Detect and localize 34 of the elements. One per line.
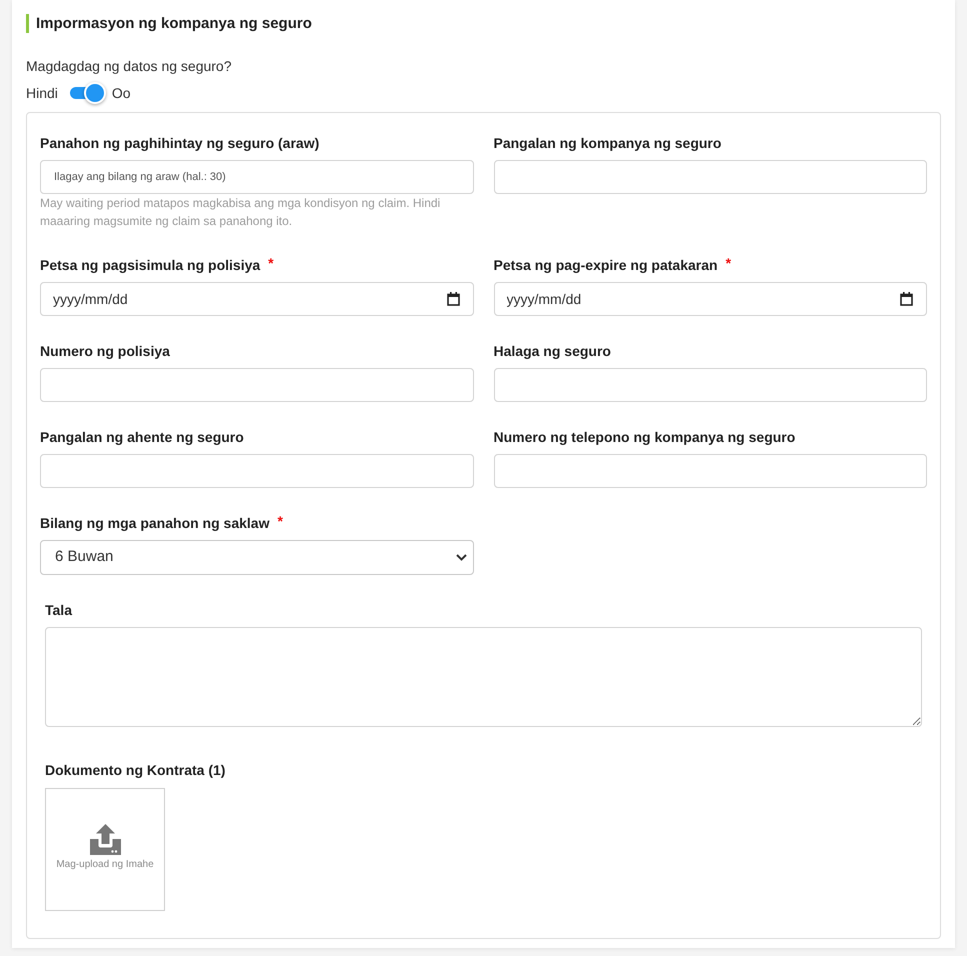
text-field[interactable] <box>494 368 927 402</box>
upload-icon <box>90 824 120 855</box>
field-label: Halaga ng seguro <box>494 342 611 361</box>
field-label: Panahon ng paghihintay ng seguro (araw) <box>40 134 320 153</box>
field-label: Bilang ng mga panahon ng saklaw <box>40 514 270 533</box>
required-mark: * <box>726 254 732 273</box>
calendar-icon[interactable] <box>900 292 913 306</box>
select-field[interactable]: 6 Buwan <box>40 540 474 575</box>
chevron-down-icon <box>456 554 466 561</box>
toggle-switch[interactable] <box>70 82 106 104</box>
calendar-icon[interactable] <box>446 292 460 306</box>
text-field[interactable] <box>40 454 474 488</box>
field-label: Pangalan ng ahente ng seguro <box>40 428 244 447</box>
date-field[interactable]: yyyy/mm/dd <box>40 282 474 316</box>
field-label: Dokumento ng Kontrata (1) <box>45 761 226 780</box>
text-field[interactable] <box>494 160 927 194</box>
text-field[interactable] <box>494 454 927 488</box>
toggle-question: Magdagdag ng datos ng seguro? <box>26 57 232 76</box>
field-label: Pangalan ng kompanya ng seguro <box>494 134 722 153</box>
toggle-off-label: Hindi <box>26 84 58 103</box>
required-mark: * <box>268 254 274 273</box>
field-label: Numero ng telepono ng kompanya ng seguro <box>494 428 796 447</box>
required-mark: * <box>277 512 283 531</box>
field-label: Tala <box>45 601 72 620</box>
text-field[interactable] <box>40 368 474 402</box>
field-label: Petsa ng pagsisimula ng polisiya <box>40 256 260 275</box>
text-field[interactable]: Ilagay ang bilang ng araw (hal.: 30) <box>40 160 474 194</box>
field-label: Numero ng polisiya <box>40 342 170 361</box>
notes-textarea[interactable] <box>45 627 922 727</box>
help-text: May waiting period matapos magkabisa ang mga kondisyon ng claim. Hindi maaaring magsumite ng claim sa panahong ito. <box>40 195 442 230</box>
date-field[interactable]: yyyy/mm/dd <box>494 282 927 316</box>
field-label: Petsa ng pag-expire ng patakaran <box>494 256 718 275</box>
toggle-on-label: Oo <box>112 84 131 103</box>
section-title: Impormasyon ng kompanya ng seguro <box>26 14 316 33</box>
